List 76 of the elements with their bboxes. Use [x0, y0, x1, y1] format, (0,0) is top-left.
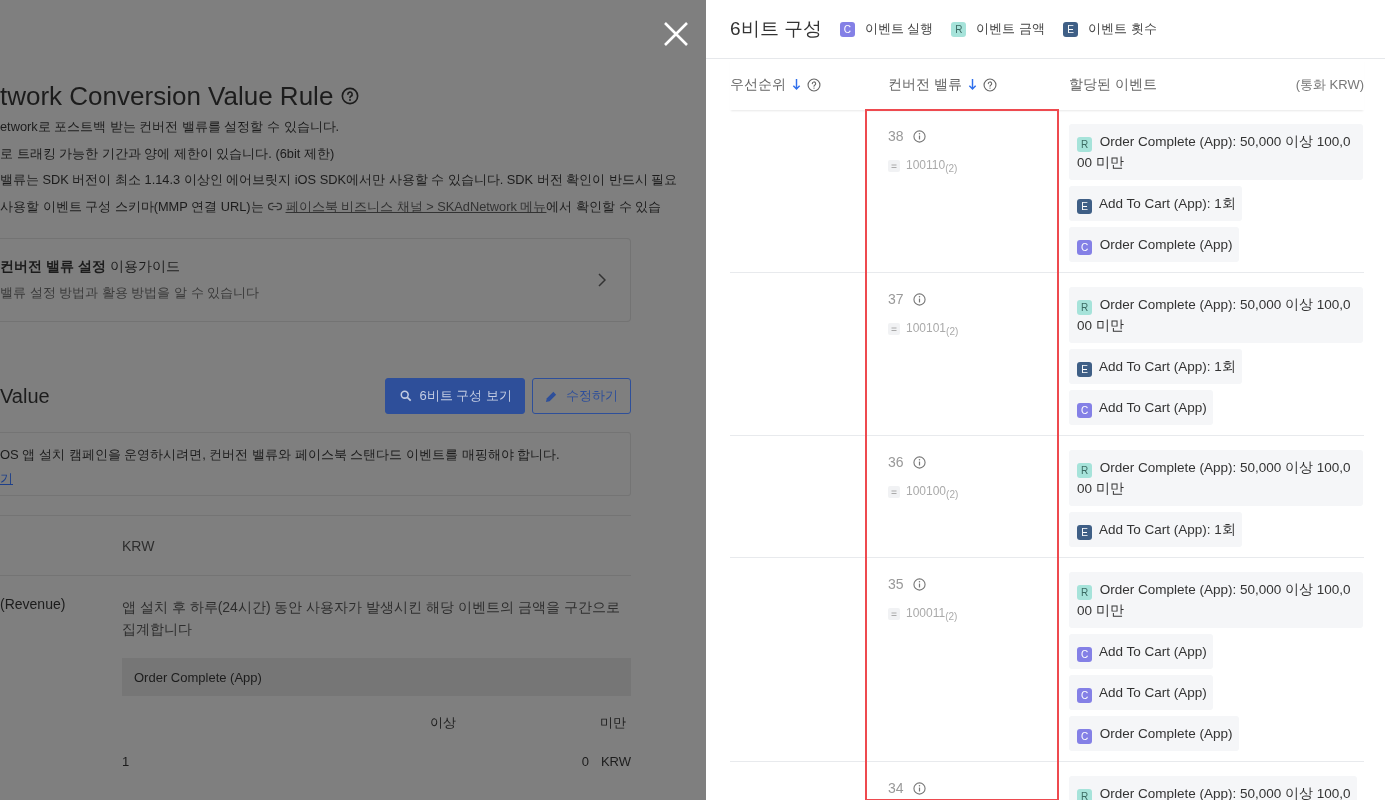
info-icon[interactable] [912, 292, 926, 306]
page-title: twork Conversion Value Rule [0, 80, 334, 112]
link-icon [267, 202, 282, 212]
event-chip: R Order Complete (App): 50,000 이상 100,000 미만 [1069, 124, 1363, 180]
guide-subtitle: 밸류 설정 방법과 활용 방법을 알 수 있습니다 [0, 284, 260, 302]
description-text: etwork로 포스트백 받는 컨버전 밸류를 설정할 수 있습니다. [0, 118, 341, 136]
binary-value: 100101$_{(2)}$ [906, 321, 959, 338]
event-chip: E Add To Cart (App): 1회 [1069, 186, 1242, 221]
guide-card[interactable]: 컨버전 밸류 설정 이용가이드 밸류 설정 방법과 활용 방법을 알 수 있습니다 [0, 238, 631, 322]
event-chip: R Order Complete (App): 50,000 이상 100,000 미만 [1069, 450, 1363, 506]
column-header: 이상 [430, 714, 456, 732]
event-chip: C Order Complete (App) [1069, 227, 1239, 262]
sort-arrow-icon[interactable] [792, 78, 801, 91]
info-icon[interactable] [912, 781, 926, 795]
range-unit: KRW [600, 754, 631, 769]
equals-icon [888, 323, 900, 336]
event-chip: C Add To Cart (App) [1069, 675, 1213, 710]
equals-icon [888, 160, 900, 173]
legend-label: 이벤트 금액 [976, 20, 1046, 38]
info-icon[interactable] [912, 129, 926, 143]
conversion-value: 36 [888, 454, 904, 470]
notice-text: OS 앱 설치 캠페인을 운영하시려면, 컨버전 밸류와 페이스북 스탠다드 이벤트를 매핑해야 합니다. [0, 446, 561, 464]
description-text: 로 트래킹 가능한 기간과 양에 제한이 있습니다. (6bit 제한) [0, 144, 336, 163]
description-text: 에서 확인할 수 있습 [546, 198, 662, 214]
equals-icon [888, 608, 900, 621]
info-icon[interactable] [912, 455, 926, 469]
column-header: 컨버전 밸류 [888, 75, 962, 94]
search-icon [399, 390, 412, 402]
info-icon[interactable] [912, 577, 926, 591]
legend-badge: C [839, 21, 855, 37]
help-icon[interactable] [341, 87, 360, 105]
conversion-value: 37 [888, 291, 904, 307]
conversion-value: 34 [888, 780, 904, 796]
event-name: Order Complete (App) [122, 658, 631, 696]
event-chip: E Add To Cart (App): 1회 [1069, 512, 1242, 547]
legend-label: 이벤트 횟수 [1088, 20, 1157, 38]
event-chip: C Add To Cart (App) [1069, 634, 1213, 669]
channel-link[interactable]: 페이스북 비즈니스 채널 > SKAdNetwork 메뉴 [285, 198, 547, 214]
column-header: 미만 [600, 714, 626, 732]
help-icon[interactable] [982, 77, 997, 92]
legend-badge: E [1063, 21, 1079, 37]
currency-value: KRW [122, 537, 155, 554]
event-chip: R Order Complete (App): 50,000 이상 100,000 미만 [1069, 572, 1363, 628]
field-description: 앱 설치 후 하루(24시간) 동안 사용자가 발생시킨 해당 이벤트의 금액을 구간으로 집계합니다 [122, 598, 621, 639]
currency-note: (통화 KRW) [1295, 75, 1364, 94]
help-icon[interactable] [807, 77, 821, 92]
binary-value: 100110$_{(2)}$ [906, 158, 958, 175]
event-chip: R Order Complete (App): 50,000 이상 100,000 미만 [1069, 287, 1363, 343]
pencil-icon [545, 389, 558, 403]
section-title: Value [0, 384, 50, 408]
event-chip: R Order Complete (App): 50,000 이상 100,0 [1069, 776, 1357, 800]
range-value: 0 [581, 754, 589, 769]
panel-title: 6비트 구성 [730, 17, 822, 41]
description-text: 밸류는 SDK 버전이 최소 1.14.3 이상인 에어브릿지 iOS SDK에서만 사용할 수 있습니다. SDK 버전 확인이 반드시 필요 [0, 171, 679, 189]
conversion-value: 38 [888, 128, 904, 144]
event-chip: E Add To Cart (App): 1회 [1069, 349, 1242, 384]
chevron-right-icon [598, 273, 606, 287]
range-index: 1 [122, 754, 130, 769]
legend-label: 이벤트 실행 [864, 20, 934, 38]
view-bits-button[interactable]: 6비트 구성 보기 [384, 378, 525, 414]
column-header: 할당된 이벤트 [1069, 75, 1157, 94]
equals-icon [888, 486, 900, 499]
notice-link[interactable]: 기 [0, 470, 13, 488]
close-icon[interactable] [663, 21, 689, 47]
edit-button[interactable]: 수정하기 [532, 378, 631, 414]
guide-title: 컨버전 밸류 설정 이용가이드 [0, 258, 181, 276]
column-header: 우선순위 [730, 75, 786, 94]
conversion-value: 35 [888, 576, 904, 592]
binary-value: 100100$_{(2)}$ [906, 484, 959, 501]
description-text: 사용할 이벤트 구성 스키마(MMP 연결 URL)는 [0, 197, 264, 216]
binary-value: 100011$_{(2)}$ [906, 606, 958, 623]
event-chip: C Add To Cart (App) [1069, 390, 1213, 425]
sort-arrow-icon[interactable] [967, 78, 977, 91]
legend-badge: R [951, 21, 967, 37]
event-chip: C Order Complete (App) [1069, 716, 1239, 751]
field-label: (Revenue) [0, 596, 67, 614]
